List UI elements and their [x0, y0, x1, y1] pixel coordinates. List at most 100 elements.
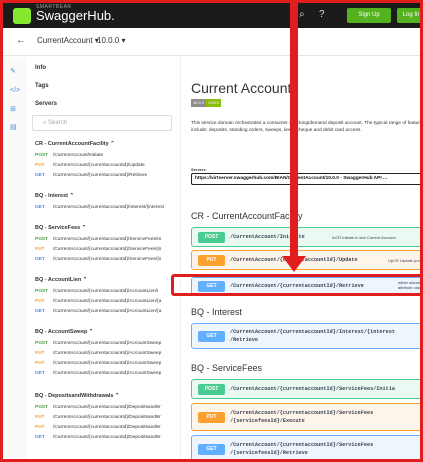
server-select[interactable]: https://virtserver.swaggerhub.com/BIAN/C… [191, 173, 420, 185]
sidebar-operation[interactable]: GET/CurrentAccount/{currentaccountId}/Ac… [35, 309, 161, 314]
path-label: /CurrentAccount/{currentaccountId}/Accou… [53, 309, 162, 314]
docs-view-icon[interactable]: ▤ [10, 123, 17, 131]
sidebar-operation[interactable]: GET/CurrentAccount/{currentaccountId}/De… [35, 435, 160, 440]
help-icon[interactable]: ? [319, 9, 325, 21]
operation-put-update[interactable]: PUT /CurrentAccount/{currentaccountId}/U… [191, 250, 423, 270]
operation-path-line2: /{servicefeesId}/Retrieve [230, 450, 308, 456]
group-label: BQ - AccountLien [35, 277, 82, 283]
group-label: CR - CurrentAccountFacility [35, 141, 109, 147]
sidebar-operation[interactable]: POST/CurrentAccount/{currentaccountId}/S… [35, 237, 161, 242]
operation-path: /CurrentAccount/{currentaccountId}/Servi… [230, 386, 395, 392]
log-in-button[interactable]: Log In [397, 8, 420, 23]
version-badge: 10.0.0 [191, 99, 206, 107]
navigation-sidebar: Info Tags Servers ⌕ Search CR - CurrentA… [27, 57, 181, 459]
path-label: /CurrentAccount/{currentaccountId}/Depos… [53, 415, 161, 420]
sidebar-operation[interactable]: POST/CurrentAccount/{currentaccountId}/A… [35, 289, 158, 294]
path-label: /CurrentAccount/{currentaccountId}/Depos… [53, 405, 161, 410]
method-label: POST [35, 153, 49, 158]
method-label: GET [35, 309, 45, 314]
path-label: /CurrentAccount/{currentaccountId}/Accou… [53, 371, 162, 376]
operation-path-line1: /CurrentAccount/{currentaccountId}/Servi… [230, 410, 374, 416]
servers-label: Servers [191, 167, 206, 172]
sidebar-operation[interactable]: GET/CurrentAccount/{currentaccountId}/Se… [35, 257, 161, 262]
back-arrow-icon[interactable]: ← [16, 35, 26, 46]
sidebar-group-bq-accountlien[interactable]: BQ - AccountLien ⌃ [35, 277, 87, 283]
sidebar-operation[interactable]: POST/CurrentAccount/Initiate [35, 153, 103, 158]
sidebar-operation[interactable]: PUT/CurrentAccount/{currentaccountId}/Ac… [35, 351, 161, 356]
operation-post-servicefees-initiate[interactable]: POST /CurrentAccount/{currentaccountId}/… [191, 379, 420, 399]
path-label: /CurrentAccount/{currentaccountId}/Servi… [53, 247, 162, 252]
method-label: PUT [35, 425, 45, 430]
annotation-arrow-head [282, 256, 306, 272]
operation-post-initiate[interactable]: POST /CurrentAccount/Initiate InCR Initi… [191, 227, 420, 247]
sidebar-operation[interactable]: PUT/CurrentAccount/{currentaccountId}/De… [35, 425, 160, 430]
method-label: POST [35, 237, 49, 242]
search-icon[interactable]: ⌕ [299, 9, 305, 21]
sidebar-operation[interactable]: POST/CurrentAccount/{currentaccountId}/A… [35, 341, 161, 346]
sidebar-servers[interactable]: Servers [35, 101, 57, 107]
group-label: BQ - Interest [35, 193, 69, 199]
method-label: GET [35, 371, 45, 376]
api-name-dropdown[interactable]: CurrentAccount ▾ [37, 36, 99, 45]
sidebar-group-bq-depositsandwithdrawals[interactable]: BQ - DepositsandWithdrawals ⌃ [35, 393, 120, 399]
sidebar-operation[interactable]: PUT/CurrentAccount/{currentaccountId}/Up… [35, 163, 145, 168]
section-cr-currentaccountfacility[interactable]: CR - CurrentAccountFacility [191, 211, 303, 221]
sidebar-search-input[interactable]: ⌕ Search [32, 115, 172, 131]
page-title: Current Account [191, 80, 292, 96]
sidebar-group-bq-interest[interactable]: BQ - Interest ⌃ [35, 193, 74, 199]
sidebar-info[interactable]: Info [35, 65, 46, 71]
section-bq-interest[interactable]: BQ - Interest [191, 307, 242, 317]
left-icon-rail: ✎ </> ⊞ ▤ [3, 57, 27, 459]
method-label: PUT [35, 247, 45, 252]
path-label: /CurrentAccount/{currentaccountId}/Accou… [53, 289, 159, 294]
sidebar-operation[interactable]: PUT/CurrentAccount/{currentaccountId}/Se… [35, 247, 161, 252]
logo-text[interactable]: SwaggerHub. [36, 6, 115, 26]
operation-summary: UpCR Update prop [388, 258, 423, 263]
sidebar-operation[interactable]: POST/CurrentAccount/{currentaccountId}/D… [35, 405, 160, 410]
method-badge: GET [198, 444, 225, 455]
operation-get-interest-retrieve[interactable]: GET /CurrentAccount/{currentaccountId}/I… [191, 323, 420, 349]
api-description: This service domain orchestrates a consu… [191, 121, 423, 133]
editor-icon[interactable]: ✎ [10, 67, 16, 75]
sign-up-button[interactable]: Sign Up [347, 8, 391, 23]
sidebar-operation[interactable]: PUT/CurrentAccount/{currentaccountId}/De… [35, 415, 160, 420]
path-label: /CurrentAccount/{currentaccountId}/Depos… [53, 425, 161, 430]
sidebar-tags[interactable]: Tags [35, 83, 49, 89]
api-header-bar: ← CurrentAccount ▾ 10.0.0 ▾ [3, 28, 420, 56]
operation-path-line1: /CurrentAccount/{currentaccountId}/Inter… [230, 329, 395, 335]
oas-badge: OAS3 [206, 99, 221, 107]
sidebar-operation[interactable]: GET/CurrentAccount/{currentaccountId}/Ac… [35, 371, 161, 376]
operation-put-servicefees-execute[interactable]: PUT /CurrentAccount/{currentaccountId}/S… [191, 403, 420, 431]
section-bq-servicefees[interactable]: BQ - ServiceFees [191, 363, 262, 373]
group-label: BQ - DepositsandWithdrawals [35, 393, 114, 399]
operation-path-line1: /CurrentAccount/{currentaccountId}/Servi… [230, 442, 374, 448]
screenshot-frame: SMARTBEAR SwaggerHub. ⌕ ? Sign Up Log In… [0, 0, 423, 462]
sidebar-operation[interactable]: GET/CurrentAccount/{currentaccountId}/Re… [35, 173, 147, 178]
path-label: /CurrentAccount/{currentaccountId}/Accou… [53, 351, 162, 356]
method-label: POST [35, 289, 49, 294]
api-version-dropdown[interactable]: 10.0.0 ▾ [97, 36, 125, 45]
method-label: PUT [35, 163, 45, 168]
sidebar-operation[interactable]: GET/CurrentAccount/{currentaccountId}/In… [35, 205, 164, 210]
path-label: /CurrentAccount/{currentaccountId}/Retri… [53, 173, 148, 178]
method-label: PUT [35, 351, 45, 356]
path-label: /CurrentAccount/{currentaccountId}/Accou… [53, 299, 162, 304]
method-label: GET [35, 435, 45, 440]
swaggerhub-logo-icon[interactable] [13, 8, 31, 24]
sidebar-group-cr-currentaccountfacility[interactable]: CR - CurrentAccountFacility ⌃ [35, 141, 115, 147]
sidebar-operation[interactable]: PUT/CurrentAccount/{currentaccountId}/Ac… [35, 361, 161, 366]
sidebar-group-bq-accountsweep[interactable]: BQ - AccountSweep ⌃ [35, 329, 94, 335]
path-label: /CurrentAccount/{currentaccountId}/Updat… [53, 163, 145, 168]
path-label: /CurrentAccount/{currentaccountId}/Depos… [53, 435, 161, 440]
method-badge: GET [198, 331, 225, 342]
group-label: BQ - ServiceFees [35, 225, 81, 231]
split-view-icon[interactable]: ⊞ [10, 105, 16, 113]
operation-summary: InCR Initiate A new Current Account [332, 235, 396, 240]
operation-get-servicefees-retrieve[interactable]: GET /CurrentAccount/{currentaccountId}/S… [191, 435, 420, 459]
operation-path-line2: /Retrieve [230, 337, 259, 343]
method-label: POST [35, 405, 49, 410]
sidebar-operation[interactable]: PUT/CurrentAccount/{currentaccountId}/Ac… [35, 299, 161, 304]
method-label: PUT [35, 299, 45, 304]
sidebar-group-bq-servicefees[interactable]: BQ - ServiceFees ⌃ [35, 225, 86, 231]
code-icon[interactable]: </> [10, 87, 20, 94]
